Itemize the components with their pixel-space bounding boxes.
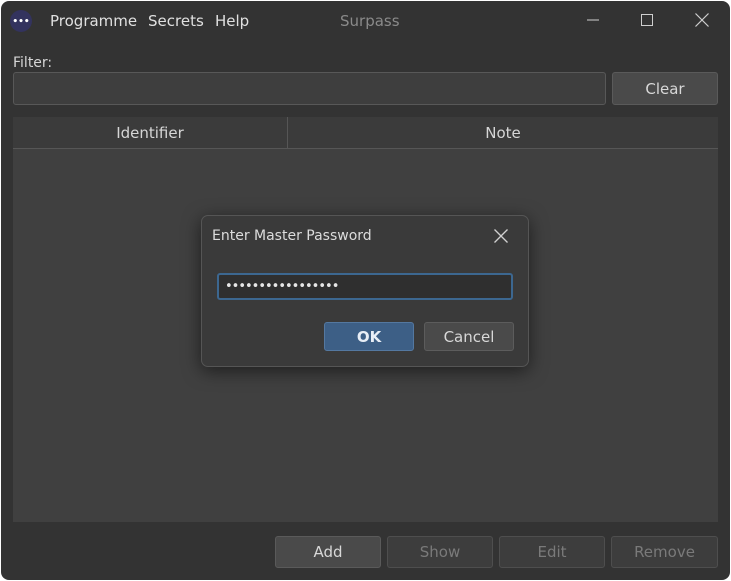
clear-button[interactable]: Clear (612, 72, 718, 105)
column-header-note[interactable]: Note (288, 117, 718, 148)
title-bar: ••• Programme Secrets Help Surpass (1, 1, 730, 41)
filter-label: Filter: (13, 55, 53, 71)
menu-help[interactable]: Help (215, 12, 249, 30)
menu-secrets[interactable]: Secrets (148, 12, 204, 30)
ok-button[interactable]: OK (324, 322, 414, 351)
master-password-dialog: Enter Master Password ••••••••••••••••• … (201, 215, 529, 367)
app-logo-icon: ••• (10, 10, 32, 32)
show-button[interactable]: Show (387, 536, 493, 568)
window-title: Surpass (340, 12, 400, 30)
cancel-button[interactable]: Cancel (424, 322, 514, 351)
close-window-button[interactable] (679, 1, 725, 39)
filter-input[interactable] (13, 72, 606, 105)
column-header-identifier[interactable]: Identifier (13, 117, 287, 148)
menu-programme[interactable]: Programme (50, 12, 137, 30)
minimize-icon (587, 19, 599, 21)
minimize-button[interactable] (570, 1, 616, 39)
app-logo-dots: ••• (12, 16, 30, 27)
close-icon (695, 13, 709, 27)
password-mask: ••••••••••••••••• (225, 279, 339, 294)
add-button[interactable]: Add (275, 536, 381, 568)
maximize-button[interactable] (624, 1, 670, 39)
dialog-close-button[interactable] (485, 222, 517, 250)
remove-button[interactable]: Remove (611, 536, 718, 568)
table-header: Identifier Note (13, 117, 718, 149)
master-password-input[interactable]: ••••••••••••••••• (217, 273, 513, 300)
dialog-title: Enter Master Password (212, 228, 372, 244)
close-icon (494, 229, 508, 243)
main-window: ••• Programme Secrets Help Surpass Filte… (1, 1, 730, 580)
edit-button[interactable]: Edit (499, 536, 605, 568)
maximize-icon (641, 14, 653, 26)
